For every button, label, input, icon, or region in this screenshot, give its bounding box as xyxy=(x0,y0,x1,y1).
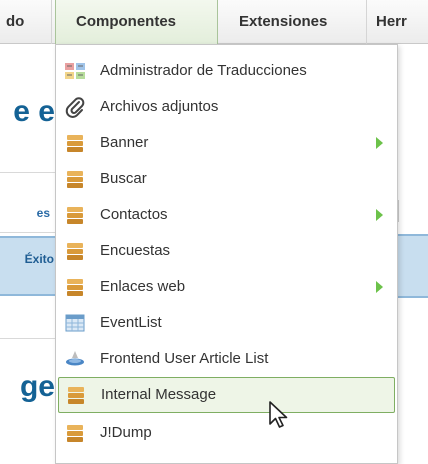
divider xyxy=(0,338,60,339)
menu-item-encuestas[interactable]: Encuestas xyxy=(56,233,397,269)
top-menu-bar: do Componentes Extensiones Herr xyxy=(0,0,428,44)
component-icon xyxy=(67,135,83,152)
menu-item-banner[interactable]: Banner xyxy=(56,125,397,161)
toolbar-fragment xyxy=(398,200,428,222)
divider xyxy=(0,172,60,173)
menu-item-label: EventList xyxy=(100,314,162,331)
component-icon xyxy=(67,171,83,188)
menu-item-label: J!Dump xyxy=(100,424,152,441)
component-icon xyxy=(67,279,83,296)
component-icon xyxy=(67,243,83,260)
submenu-arrow-icon xyxy=(376,281,383,293)
menu-item-administrador-traducciones[interactable]: Administrador de Traducciones xyxy=(56,53,397,89)
mouse-cursor-icon xyxy=(269,401,288,428)
menu-item-label: Frontend User Article List xyxy=(100,350,269,367)
menu-item-label: Archivos adjuntos xyxy=(100,98,219,115)
menu-item-frontend-user-article-list[interactable]: Frontend User Article List xyxy=(56,341,397,377)
menu-item-enlaces-web[interactable]: Enlaces web xyxy=(56,269,397,305)
submenu-arrow-icon xyxy=(376,137,383,149)
success-message-text: Éxito xyxy=(24,252,54,266)
section-heading-fragment: ge xyxy=(19,370,55,403)
success-message-bar-right xyxy=(398,234,428,298)
menu-item-buscar[interactable]: Buscar xyxy=(56,161,397,197)
menu-item-label: Internal Message xyxy=(101,386,217,403)
menu-item-archivos-adjuntos[interactable]: Archivos adjuntos xyxy=(56,89,397,125)
menu-herramientas[interactable]: Herr xyxy=(368,0,428,44)
menu-item-label: Administrador de Traducciones xyxy=(100,62,307,79)
submenu-arrow-icon xyxy=(376,209,383,221)
menu-item-label: Banner xyxy=(100,134,149,151)
divider xyxy=(0,232,60,233)
menu-item-internal-message[interactable]: Internal Message xyxy=(58,377,395,413)
calendar-icon xyxy=(65,314,85,332)
menu-item-eventlist[interactable]: EventList xyxy=(56,305,397,341)
menu-item-label: Enlaces web xyxy=(100,278,186,295)
menu-componentes[interactable]: Componentes xyxy=(55,0,218,44)
componentes-dropdown: Administrador de Traducciones Archivos a… xyxy=(55,44,398,464)
tab-label-fragment[interactable]: es xyxy=(0,206,50,220)
menu-item-label: Buscar xyxy=(100,170,147,187)
component-icon xyxy=(68,387,84,404)
menu-item-label: Encuestas xyxy=(100,242,171,259)
menu-item-jdump[interactable]: J!Dump xyxy=(56,415,397,451)
menu-extensiones[interactable]: Extensiones xyxy=(219,0,367,44)
menu-item-contactos[interactable]: Contactos xyxy=(56,197,397,233)
component-icon xyxy=(67,207,83,224)
menu-item-label: Contactos xyxy=(100,206,168,223)
component-icon xyxy=(67,425,83,442)
menu-inicio[interactable]: do xyxy=(0,0,52,44)
success-message-bar xyxy=(0,236,60,296)
page-heading-fragment: e e xyxy=(13,95,55,128)
article-list-icon xyxy=(66,351,84,366)
paperclip-icon xyxy=(65,97,85,118)
translations-icon xyxy=(65,63,85,79)
